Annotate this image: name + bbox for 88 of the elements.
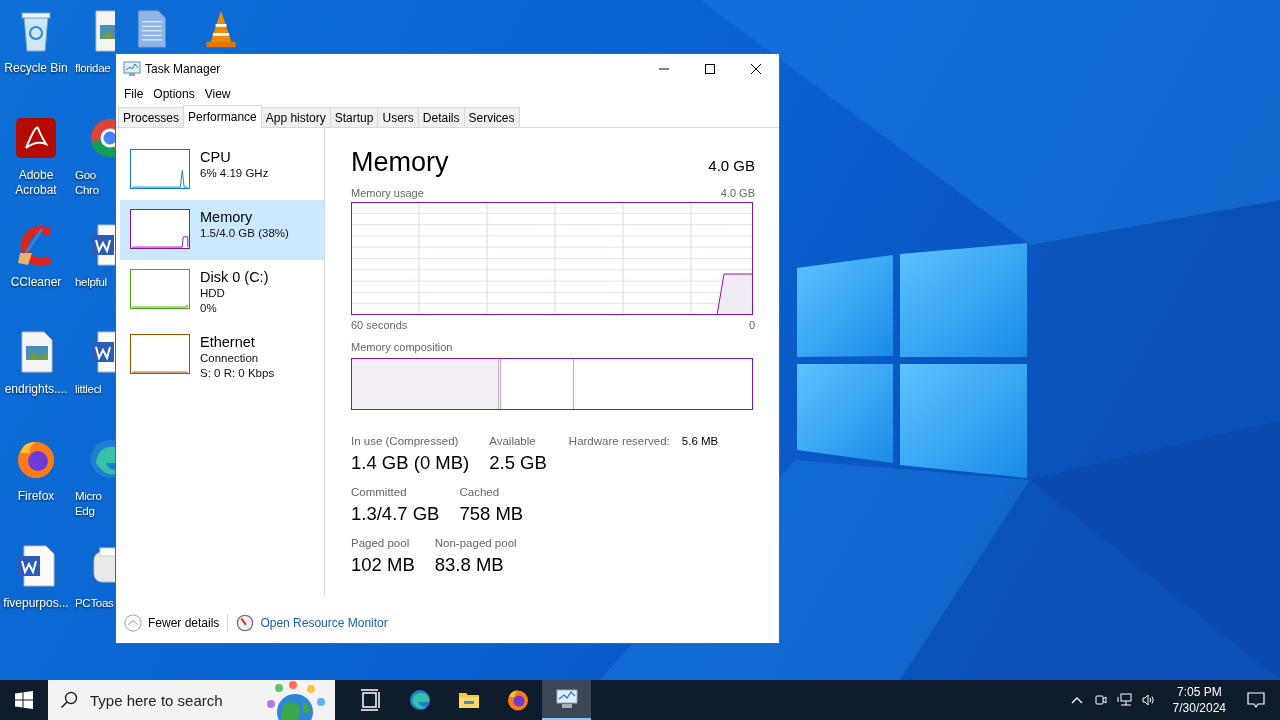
menu-item[interactable]: View xyxy=(199,84,236,103)
stat-label: Available xyxy=(489,434,537,449)
taskbar-app[interactable] xyxy=(542,680,591,720)
close-icon xyxy=(750,62,762,75)
menu-item[interactable]: Options xyxy=(148,84,200,103)
stat-label: Cached xyxy=(459,485,501,500)
search-box[interactable]: Type here to search xyxy=(48,680,335,720)
task-manager-icon xyxy=(554,687,579,711)
stat-value: 5.6 MB xyxy=(681,434,719,449)
panel-title: Memory xyxy=(351,146,449,179)
gauge-icon xyxy=(236,614,255,632)
resource-reading: HDD xyxy=(200,286,226,301)
desktop-icon[interactable]: Firefox xyxy=(0,437,72,544)
collapse-icon xyxy=(124,614,142,632)
resource-name: CPU xyxy=(200,149,232,166)
resource-reading: 6% 4.19 GHz xyxy=(200,166,269,181)
tab[interactable]: Details xyxy=(417,107,465,127)
search-icon xyxy=(60,691,78,709)
windows-logo-icon xyxy=(15,691,33,709)
stat-value: 1.3/4.7 GB xyxy=(351,502,440,526)
camera-icon[interactable] xyxy=(1092,692,1109,708)
pdf-icon xyxy=(14,116,58,160)
stat-label: Non-paged pool xyxy=(434,536,517,551)
notifications-icon[interactable] xyxy=(1246,690,1266,710)
icon-label: PCToas xyxy=(75,596,114,611)
window-title: Task Manager xyxy=(145,61,221,76)
volume-icon[interactable] xyxy=(1140,692,1157,708)
stat-value: 102 MB xyxy=(351,553,415,577)
desktop-icon[interactable]: fivepurpos... xyxy=(0,544,72,651)
stat-label: Paged pool xyxy=(351,536,411,551)
icon-label: Goo Chro xyxy=(75,168,99,198)
resource-name: Ethernet xyxy=(200,334,256,351)
graph-max-label: 4.0 GB xyxy=(720,187,755,199)
desktop-icon[interactable]: Recycle Bin xyxy=(0,9,72,116)
menu-item[interactable]: File xyxy=(119,84,149,103)
resource-item[interactable]: Memory 1.5/4.0 GB (38%) xyxy=(120,200,324,260)
resource-name: Disk 0 (C:) xyxy=(200,269,269,286)
icon-label: Micro Edg xyxy=(75,489,102,519)
tab[interactable]: App history xyxy=(260,107,331,127)
resource-reading: 0% xyxy=(200,301,218,316)
resource-reading: S: 0 R: 0 Kbps xyxy=(200,366,275,381)
total-memory: 4.0 GB xyxy=(708,157,755,174)
fewer-details-button[interactable]: Fewer details xyxy=(148,616,220,630)
axis-label: 60 seconds xyxy=(351,319,408,331)
stat-label: Committed xyxy=(351,485,408,500)
maximize-icon xyxy=(704,62,716,75)
icon-label: Adobe Acrobat xyxy=(15,168,57,198)
desktop-icon[interactable]: floridae xyxy=(72,9,115,116)
tab[interactable]: Users xyxy=(377,107,419,127)
icon-label: floridae xyxy=(75,61,111,76)
desktop-icon[interactable]: endrights.... xyxy=(0,330,72,437)
stat-value: 83.8 MB xyxy=(434,553,505,577)
tab[interactable]: Services xyxy=(463,107,520,127)
axis-label: 0 xyxy=(748,319,755,331)
graph-label: Memory composition xyxy=(351,341,453,353)
tab[interactable]: Startup xyxy=(329,107,379,127)
firefox-icon xyxy=(505,688,530,712)
icon-label: Firefox xyxy=(17,489,55,504)
monitor-icon xyxy=(123,60,141,77)
stat-value: 2.5 GB xyxy=(489,451,547,475)
stat-label: Hardware reserved: xyxy=(568,434,670,449)
stat-value: 1.4 GB (0 MB) xyxy=(351,451,470,475)
icon-label: littlecl xyxy=(75,382,102,397)
clock[interactable]: 7:05 PM 7/30/2024 xyxy=(1164,684,1234,716)
resource-name: Memory xyxy=(200,209,254,226)
resource-item[interactable]: CPU 6% 4.19 GHz xyxy=(120,140,324,200)
desktop-icon[interactable]: PCToas xyxy=(72,544,115,651)
desktop-icon[interactable]: CCleaner xyxy=(0,223,72,330)
resource-reading: Connection xyxy=(200,351,260,366)
graph-label: Memory usage xyxy=(351,187,424,199)
stat-value: 758 MB xyxy=(459,502,524,526)
icon-label: fivepurpos... xyxy=(3,596,69,611)
resource-reading: 1.5/4.0 GB (38%) xyxy=(200,226,289,241)
edge-icon xyxy=(407,688,432,712)
resource-item[interactable]: Disk 0 (C:) HDD 0% xyxy=(120,260,324,325)
icon-label: helpful xyxy=(75,275,107,290)
resource-monitor-link[interactable]: Open Resource Monitor xyxy=(260,616,388,630)
icon-label: CCleaner xyxy=(10,275,62,290)
tab[interactable]: Performance xyxy=(183,105,262,128)
search-field[interactable]: Type here to search xyxy=(88,690,259,710)
tab[interactable]: Processes xyxy=(118,107,185,127)
stat-label: In use (Compressed) xyxy=(351,434,460,449)
task-view-icon xyxy=(358,688,383,712)
icon-label: endrights.... xyxy=(4,382,68,397)
icon-label: Recycle Bin xyxy=(4,61,68,76)
desktop-icon[interactable]: Adobe Acrobat xyxy=(0,116,72,223)
resource-item[interactable]: Ethernet Connection S: 0 R: 0 Kbps xyxy=(120,325,324,390)
network-icon[interactable] xyxy=(1116,692,1133,708)
